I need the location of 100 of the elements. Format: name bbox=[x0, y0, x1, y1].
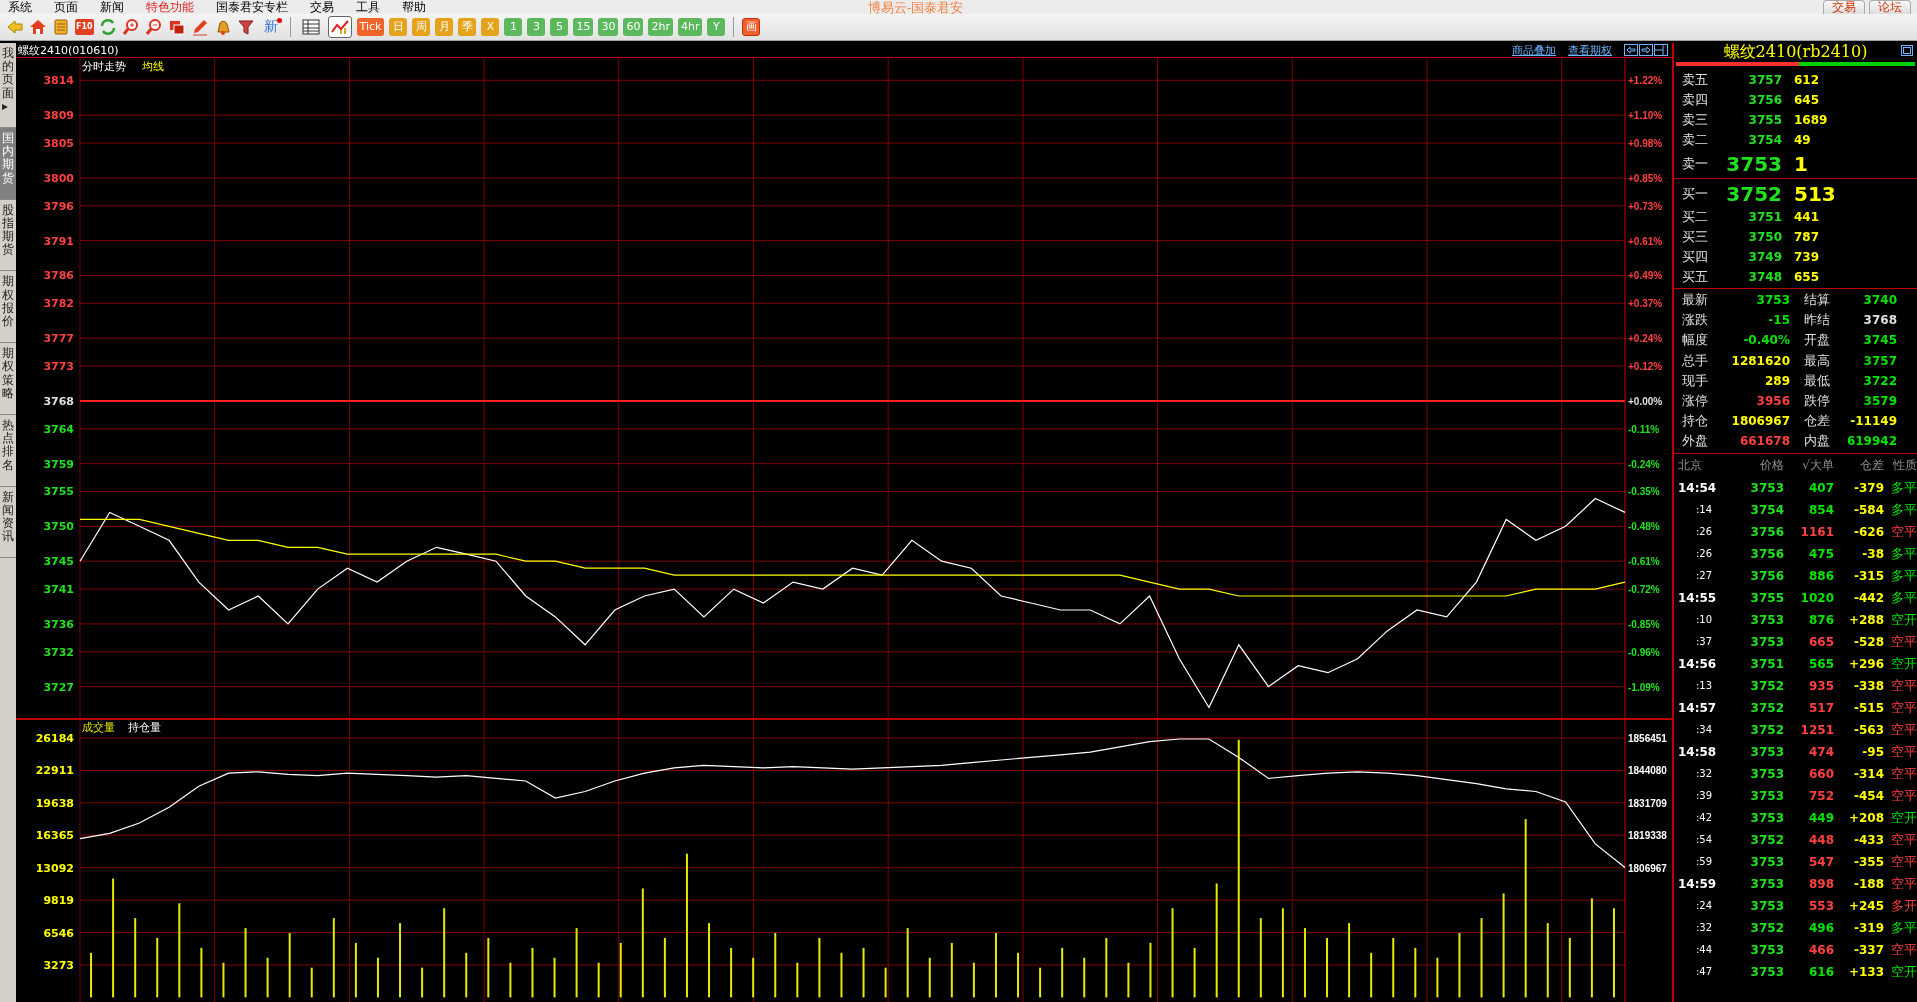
axis-label: 3791 bbox=[43, 234, 74, 248]
tick-oi-change: -379 bbox=[1852, 480, 1884, 495]
period-button[interactable]: 3 bbox=[527, 18, 546, 36]
tab-button[interactable]: 交易 bbox=[1823, 0, 1865, 14]
tick-oi-change: -315 bbox=[1852, 568, 1884, 583]
axis-label: +0.61% bbox=[1628, 235, 1663, 247]
tick-nature: 空平 bbox=[1890, 874, 1917, 893]
period-button[interactable]: 日 bbox=[389, 18, 408, 36]
tick-oi-change: -337 bbox=[1852, 942, 1884, 957]
f10-icon[interactable]: F10 bbox=[75, 19, 94, 35]
header-link[interactable]: 查看期权 bbox=[1568, 42, 1612, 58]
tick-time: :26 bbox=[1695, 526, 1714, 537]
filter-icon[interactable] bbox=[236, 18, 255, 36]
volume-bar bbox=[1414, 947, 1417, 998]
tick-time: :39 bbox=[1695, 790, 1714, 801]
chart-view-button[interactable] bbox=[327, 16, 352, 38]
right-arrow-icon[interactable] bbox=[1639, 44, 1653, 56]
window-title: 博易云-国泰君安 bbox=[868, 1, 964, 14]
stat-label: 幅度 bbox=[1682, 331, 1709, 350]
side-tab[interactable]: 国内期货 bbox=[0, 127, 16, 200]
period-button[interactable]: Tick bbox=[356, 18, 385, 36]
period-button[interactable]: 季 bbox=[458, 18, 477, 36]
volume-bar bbox=[752, 957, 755, 998]
period-button[interactable]: Y bbox=[707, 18, 726, 36]
period-button[interactable]: 月 bbox=[435, 18, 454, 36]
tick-nature: 空平 bbox=[1890, 742, 1917, 761]
tick-time: 14:56 bbox=[1678, 656, 1718, 671]
volume-bar bbox=[1017, 952, 1020, 998]
menu-item[interactable]: 帮助 bbox=[402, 1, 426, 14]
volume-bar bbox=[266, 957, 269, 998]
tick-volume: 547 bbox=[1807, 854, 1834, 869]
order-label: 卖五 bbox=[1682, 71, 1709, 89]
stat-value: 3745 bbox=[1862, 333, 1897, 348]
tick-nature: 空平 bbox=[1890, 698, 1917, 717]
zoom-in-icon[interactable] bbox=[121, 18, 140, 36]
tick-volume: 935 bbox=[1807, 678, 1834, 693]
menu-item[interactable]: 特色功能 bbox=[146, 1, 194, 14]
tick-price: 3753 bbox=[1749, 634, 1784, 649]
order-volume: 655 bbox=[1794, 270, 1821, 284]
windows-icon[interactable] bbox=[167, 18, 186, 36]
volume-bar bbox=[465, 952, 468, 998]
period-button[interactable]: 周 bbox=[412, 18, 431, 36]
tick-nature: 空平 bbox=[1890, 940, 1917, 959]
maximize-icon[interactable] bbox=[1901, 45, 1913, 56]
tick-volume: 553 bbox=[1807, 898, 1834, 913]
tick-nature: 多平 bbox=[1890, 478, 1917, 497]
home-icon[interactable] bbox=[29, 18, 47, 36]
menu-item[interactable]: 系统 bbox=[8, 1, 32, 14]
pencil-icon[interactable] bbox=[190, 18, 209, 36]
tick-time: :10 bbox=[1695, 614, 1714, 625]
axis-label: 3814 bbox=[43, 74, 74, 88]
refresh-icon[interactable] bbox=[98, 18, 117, 36]
tick-volume: 474 bbox=[1807, 744, 1834, 759]
menu-item[interactable]: 国泰君安专栏 bbox=[216, 1, 288, 14]
tick-price: 3751 bbox=[1749, 656, 1784, 671]
tick-time: 14:58 bbox=[1678, 744, 1718, 759]
tick-nature: 空平 bbox=[1890, 522, 1917, 541]
back-arrow-icon[interactable] bbox=[6, 18, 24, 36]
order-volume: 441 bbox=[1794, 210, 1821, 224]
tick-nature: 多平 bbox=[1890, 500, 1917, 519]
axis-label: 26184 bbox=[35, 732, 74, 745]
axis-label: 3755 bbox=[43, 485, 74, 499]
menu-item[interactable]: 交易 bbox=[310, 1, 334, 14]
header-link[interactable]: 商品叠加 bbox=[1512, 42, 1556, 58]
period-button[interactable]: X bbox=[481, 18, 500, 36]
news-button[interactable]: 新 bbox=[259, 18, 282, 36]
tick-nature: 多平 bbox=[1890, 588, 1917, 607]
volume-bar bbox=[840, 952, 843, 998]
menu-item[interactable]: 页面 bbox=[54, 1, 78, 14]
draw-button[interactable]: 画 bbox=[742, 18, 761, 36]
tick-volume: 448 bbox=[1807, 832, 1834, 847]
order-label: 买五 bbox=[1682, 268, 1709, 286]
axis-label: 13092 bbox=[35, 861, 74, 875]
period-button[interactable]: 2hr bbox=[648, 18, 673, 36]
zoom-out-icon[interactable] bbox=[144, 18, 163, 36]
order-volume: 1689 bbox=[1794, 113, 1829, 127]
volume-bar bbox=[950, 942, 953, 998]
menu-item[interactable]: 工具 bbox=[356, 1, 380, 14]
left-arrow-icon[interactable] bbox=[1624, 44, 1638, 56]
volume-bar bbox=[1039, 967, 1042, 998]
order-price: 3749 bbox=[1747, 250, 1782, 264]
stat-label: 现手 bbox=[1682, 371, 1709, 390]
period-button[interactable]: 5 bbox=[550, 18, 569, 36]
tick-oi-change: -95 bbox=[1861, 744, 1884, 759]
period-button[interactable]: 60 bbox=[623, 18, 644, 36]
period-button[interactable]: 4hr bbox=[677, 18, 703, 36]
tick-nature: 空开 bbox=[1890, 962, 1917, 981]
axis-label: 3727 bbox=[43, 680, 74, 694]
period-button[interactable]: 15 bbox=[573, 18, 594, 36]
tick-volume: 876 bbox=[1807, 612, 1834, 627]
axis-label: 3796 bbox=[43, 199, 74, 213]
stat-label: 昨结 bbox=[1803, 311, 1830, 330]
notepad-icon[interactable] bbox=[52, 18, 70, 36]
menu-item[interactable]: 新闻 bbox=[100, 1, 124, 14]
layout-icon[interactable] bbox=[1654, 44, 1668, 56]
period-button[interactable]: 1 bbox=[504, 18, 523, 36]
tick-oi-change: -454 bbox=[1852, 788, 1884, 803]
stat-label: 开盘 bbox=[1803, 331, 1830, 350]
tab-button[interactable]: 论坛 bbox=[1869, 0, 1911, 14]
period-button[interactable]: 30 bbox=[598, 18, 619, 36]
